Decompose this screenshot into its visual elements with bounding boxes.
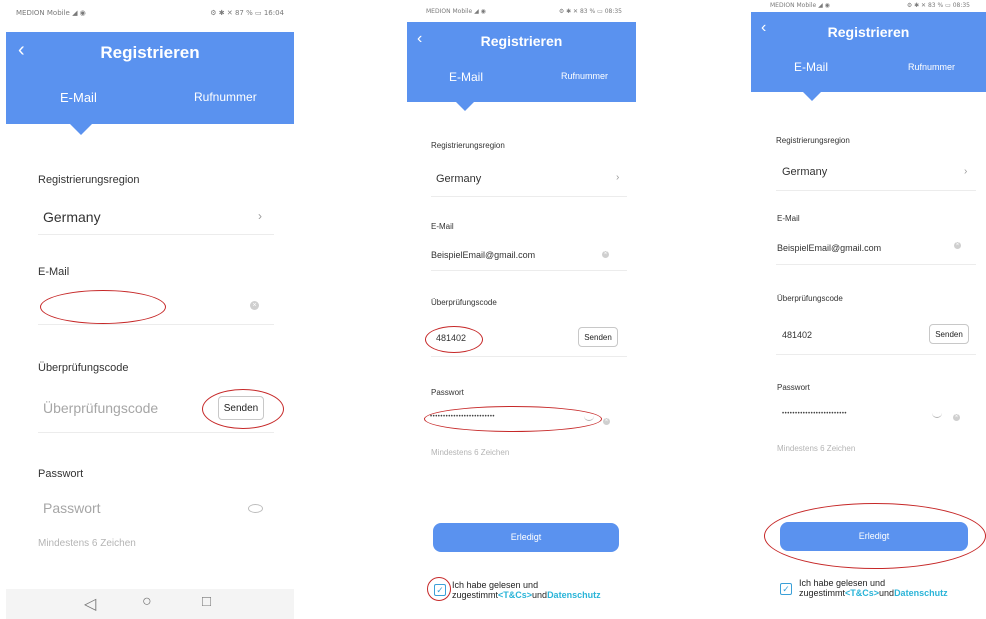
- password-input[interactable]: •••••••••••••••••••••••••: [782, 411, 847, 417]
- send-code-button[interactable]: Senden: [578, 327, 618, 347]
- region-value[interactable]: Germany: [782, 166, 827, 178]
- terms-and: und: [879, 588, 895, 598]
- divider: [776, 264, 976, 265]
- clear-icon[interactable]: ×: [954, 242, 961, 249]
- divider: [38, 432, 274, 433]
- privacy-link[interactable]: Datenschutz: [894, 588, 948, 598]
- clear-icon[interactable]: ×: [953, 414, 960, 421]
- email-label: E-Mail: [777, 214, 800, 223]
- tab-phone[interactable]: Rufnummer: [908, 62, 955, 72]
- terms-line1: Ich habe gelesen und: [452, 580, 539, 590]
- email-input[interactable]: BeispielEmail@gmail.com: [431, 250, 535, 260]
- annotation-ellipse: [764, 503, 986, 569]
- clear-icon[interactable]: ×: [603, 418, 610, 425]
- annotation-ellipse: [427, 577, 451, 601]
- tab-indicator: [803, 92, 821, 101]
- divider: [431, 196, 627, 197]
- page-title: Registrieren: [100, 43, 200, 62]
- annotation-ellipse: [40, 290, 166, 324]
- password-hint: Mindestens 6 Zeichen: [777, 444, 856, 453]
- email-label: E-Mail: [38, 266, 70, 278]
- send-code-button[interactable]: Senden: [929, 324, 969, 344]
- annotation-ellipse: [424, 406, 602, 432]
- terms-prefix: zugestimmt: [799, 588, 846, 598]
- app-header: ‹ Registrieren E-Mail Rufnummer: [6, 32, 294, 124]
- screen-2: MEDION Mobile ◢ ◉ ⚙ ✱ ✕ 83 % ▭ 08:35 ‹ R…: [404, 0, 644, 619]
- password-input[interactable]: Passwort: [43, 500, 101, 516]
- password-label: Passwort: [38, 468, 84, 480]
- region-label: Registrierungsregion: [38, 174, 140, 186]
- screen-3: MEDION Mobile ◢ ◉ ⚙ ✱ ✕ 83 % ▭ 08:35 ‹ R…: [744, 0, 986, 619]
- eye-icon[interactable]: [248, 504, 263, 513]
- terms-text: Ich habe gelesen und zugestimmt<T&Cs>und…: [799, 578, 948, 598]
- done-button[interactable]: Erledigt: [433, 523, 619, 552]
- divider: [431, 356, 627, 357]
- terms-link[interactable]: <T&Cs>: [498, 590, 532, 600]
- code-input[interactable]: Überprüfungscode: [43, 400, 158, 416]
- status-right: ⚙ ✱ ✕ 83 % ▭ 08:35: [906, 1, 970, 9]
- app-header: ‹ Registrieren E-Mail Rufnummer: [407, 22, 636, 102]
- system-nav-bar: ◁ ○ □: [6, 589, 294, 619]
- status-bar: MEDION Mobile ◢ ◉ ⚙ ✱ ✕ 87 % ▭ 16:04: [6, 6, 294, 20]
- screen-1: MEDION Mobile ◢ ◉ ⚙ ✱ ✕ 87 % ▭ 16:04 ‹ R…: [6, 0, 294, 619]
- chevron-right-icon[interactable]: ›: [616, 172, 619, 183]
- code-input[interactable]: 481402: [782, 330, 812, 340]
- code-label: Überprüfungscode: [431, 298, 497, 307]
- region-value[interactable]: Germany: [43, 209, 101, 225]
- code-label: Überprüfungscode: [777, 294, 843, 303]
- email-input[interactable]: BeispielEmail@gmail.com: [777, 243, 881, 253]
- recents-square-icon[interactable]: □: [202, 593, 211, 610]
- region-value[interactable]: Germany: [436, 173, 481, 185]
- password-label: Passwort: [777, 383, 810, 392]
- page-title: Registrieren: [827, 24, 910, 40]
- page-title: Registrieren: [480, 33, 563, 49]
- annotation-ellipse: [202, 389, 284, 429]
- tab-indicator: [456, 102, 474, 111]
- terms-link[interactable]: <T&Cs>: [845, 588, 879, 598]
- app-header: ‹ Registrieren E-Mail Rufnummer: [751, 12, 986, 92]
- password-hint: Mindestens 6 Zeichen: [431, 448, 510, 457]
- tab-phone[interactable]: Rufnummer: [194, 90, 257, 104]
- chevron-right-icon[interactable]: ›: [964, 166, 967, 177]
- terms-prefix: zugestimmt: [452, 590, 499, 600]
- divider: [38, 234, 274, 235]
- status-right: ⚙ ✱ ✕ 87 % ▭ 16:04: [210, 9, 284, 17]
- divider: [776, 354, 976, 355]
- code-label: Überprüfungscode: [38, 362, 129, 374]
- privacy-link[interactable]: Datenschutz: [547, 590, 601, 600]
- eye-closed-icon[interactable]: [932, 413, 942, 418]
- divider: [776, 190, 976, 191]
- annotation-ellipse: [425, 326, 483, 353]
- tab-email[interactable]: E-Mail: [60, 90, 97, 105]
- email-label: E-Mail: [431, 222, 454, 231]
- terms-and: und: [532, 590, 548, 600]
- status-bar: MEDION Mobile ◢ ◉ ⚙ ✱ ✕ 83 % ▭ 08:35: [744, 0, 986, 10]
- divider: [38, 324, 274, 325]
- divider: [431, 270, 627, 271]
- tab-email[interactable]: E-Mail: [449, 70, 483, 84]
- back-triangle-icon[interactable]: ◁: [84, 594, 96, 614]
- clear-icon[interactable]: ×: [250, 301, 259, 310]
- region-label: Registrierungsregion: [431, 141, 505, 150]
- terms-line1: Ich habe gelesen und: [799, 578, 886, 588]
- password-hint: Mindestens 6 Zeichen: [38, 538, 136, 549]
- status-right: ⚙ ✱ ✕ 83 % ▭ 08:35: [558, 7, 622, 15]
- terms-checkbox[interactable]: ✓: [780, 583, 792, 595]
- status-left: MEDION Mobile ◢ ◉: [16, 9, 86, 17]
- tab-phone[interactable]: Rufnummer: [561, 71, 608, 81]
- chevron-right-icon[interactable]: ›: [258, 209, 262, 223]
- tab-email[interactable]: E-Mail: [794, 60, 828, 74]
- status-left: MEDION Mobile ◢ ◉: [426, 7, 486, 15]
- terms-text: Ich habe gelesen und zugestimmt<T&Cs>und…: [452, 580, 601, 600]
- status-bar: MEDION Mobile ◢ ◉ ⚙ ✱ ✕ 83 % ▭ 08:35: [404, 5, 644, 17]
- region-label: Registrierungsregion: [776, 136, 850, 145]
- clear-icon[interactable]: ×: [602, 251, 609, 258]
- tab-indicator: [70, 124, 92, 135]
- home-circle-icon[interactable]: ○: [142, 593, 152, 611]
- status-left: MEDION Mobile ◢ ◉: [770, 1, 830, 9]
- password-label: Passwort: [431, 388, 464, 397]
